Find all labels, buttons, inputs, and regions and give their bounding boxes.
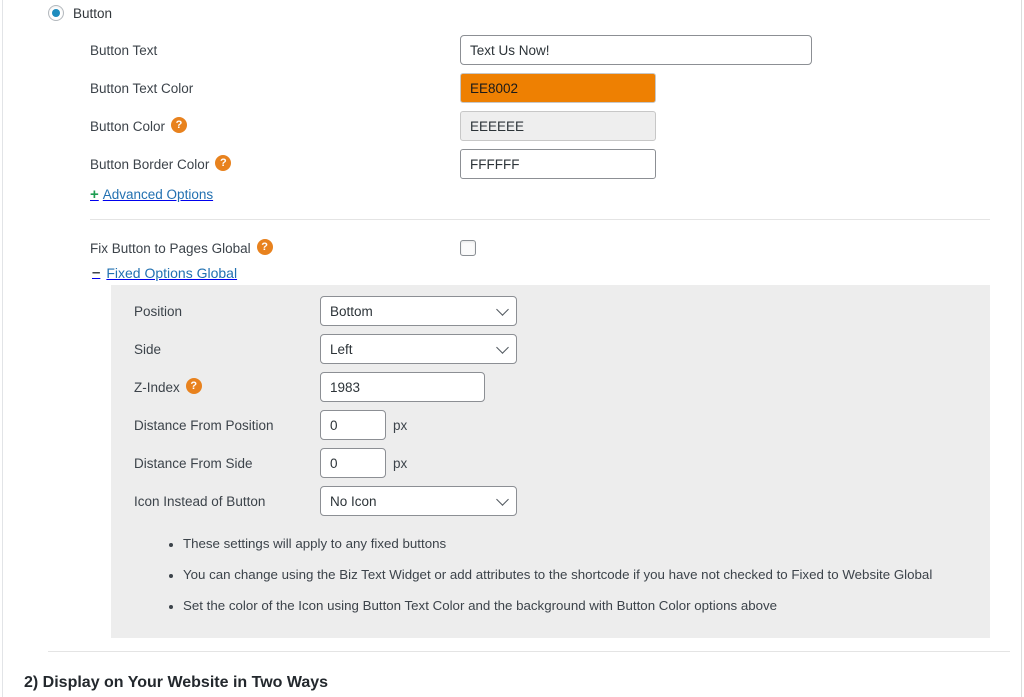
fix-to-pages-checkbox[interactable] (460, 240, 476, 256)
field-row-button-text-color: Button Text Color (90, 73, 656, 103)
label-icon-instead-of-button: Icon Instead of Button (134, 494, 320, 509)
field-row-button-border-color: Button Border Color ? (90, 149, 656, 179)
plus-icon: + (90, 186, 99, 203)
distance-from-position-input[interactable] (320, 410, 386, 440)
label-text: Button Color (90, 118, 166, 134)
divider-bottom (48, 651, 1010, 652)
minus-icon: – (92, 264, 101, 281)
page-right-border (1021, 0, 1022, 697)
icon-select-wrap[interactable]: No Icon (320, 486, 517, 516)
position-select[interactable]: Bottom (320, 296, 517, 326)
panel-row-position: Position Bottom (134, 296, 517, 326)
label-text: Button Text Color (90, 80, 194, 96)
radio-button-label: Button (73, 5, 113, 21)
list-item: These settings will apply to any fixed b… (183, 534, 951, 553)
list-item: Set the color of the Icon using Button T… (183, 596, 951, 615)
label-button-text-color: Button Text Color (90, 81, 320, 96)
field-row-fix-to-pages: Fix Button to Pages Global ? (90, 233, 476, 263)
divider-top (90, 219, 990, 220)
label-text: Icon Instead of Button (134, 493, 266, 509)
label-text: Fix Button to Pages Global (90, 240, 251, 256)
distance-from-side-input[interactable] (320, 448, 386, 478)
label-side: Side (134, 342, 320, 357)
help-icon[interactable]: ? (171, 117, 188, 133)
position-select-wrap[interactable]: Bottom (320, 296, 517, 326)
label-distance-from-position: Distance From Position (134, 418, 320, 433)
help-icon[interactable]: ? (256, 239, 273, 255)
fixed-options-global-toggle[interactable]: – Fixed Options Global (92, 264, 244, 281)
label-text: Position (134, 303, 183, 319)
page-left-border (2, 0, 3, 697)
advanced-options-toggle[interactable]: + Advanced Options (90, 186, 213, 203)
z-index-input[interactable] (320, 372, 485, 402)
page-root: Button Button Text Button Text Color But… (0, 0, 1024, 697)
help-icon[interactable]: ? (215, 155, 232, 171)
unit-px: px (393, 417, 408, 433)
fixed-options-panel: Position Bottom Side Left Z-Index ? 1983… (111, 285, 990, 638)
label-button-border-color: Button Border Color ? (90, 155, 320, 172)
panel-row-distance-from-position: Distance From Position px (134, 410, 407, 440)
label-fix-to-pages: Fix Button to Pages Global ? (90, 239, 320, 256)
side-select-wrap[interactable]: Left (320, 334, 517, 364)
panel-row-z-index: Z-Index ? (134, 372, 485, 402)
radio-button-indicator[interactable] (48, 5, 64, 21)
list-item: You can change using the Biz Text Widget… (183, 565, 951, 584)
label-distance-from-side: Distance From Side (134, 456, 320, 471)
label-z-index: Z-Index ? (134, 378, 320, 395)
radio-option-button[interactable]: Button (48, 5, 112, 21)
label-text: Distance From Position (134, 417, 274, 433)
label-position: Position (134, 304, 320, 319)
button-text-color-input[interactable] (460, 73, 656, 103)
label-text: Side (134, 341, 162, 357)
label-text: Button Text (90, 42, 158, 58)
field-row-button-text: Button Text (90, 35, 812, 65)
panel-row-distance-from-side: Distance From Side px (134, 448, 407, 478)
label-text: Distance From Side (134, 455, 253, 471)
help-icon[interactable]: ? (185, 378, 202, 394)
side-select[interactable]: Left (320, 334, 517, 364)
field-row-button-color: Button Color ? (90, 111, 656, 141)
unit-px: px (393, 455, 408, 471)
label-button-text: Button Text (90, 43, 320, 58)
label-text: Z-Index (134, 379, 180, 395)
panel-row-icon-instead-of-button: Icon Instead of Button No Icon (134, 486, 517, 516)
label-text: Button Border Color (90, 156, 210, 172)
button-border-color-input[interactable] (460, 149, 656, 179)
button-color-input[interactable] (460, 111, 656, 141)
section-heading-display-on-website: 2) Display on Your Website in Two Ways (24, 674, 329, 691)
fixed-options-global-label: Fixed Options Global (106, 265, 238, 281)
label-button-color: Button Color ? (90, 117, 320, 134)
button-text-input[interactable] (460, 35, 812, 65)
panel-row-side: Side Left (134, 334, 517, 364)
icon-instead-of-button-select[interactable]: No Icon (320, 486, 517, 516)
panel-notes-list: These settings will apply to any fixed b… (161, 534, 951, 627)
advanced-options-label: Advanced Options (102, 187, 214, 202)
